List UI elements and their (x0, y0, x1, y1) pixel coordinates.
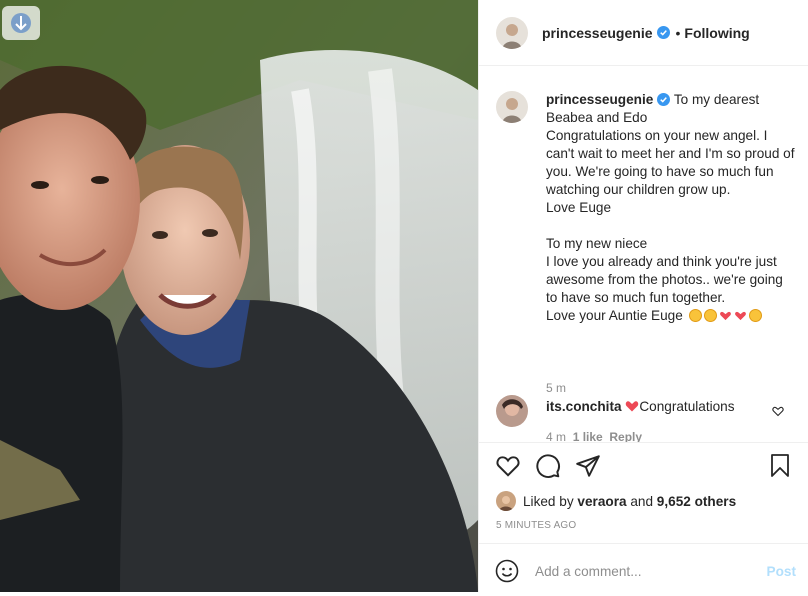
comment-username[interactable]: its.conchita (546, 399, 622, 414)
verified-badge-icon (656, 26, 670, 39)
comment-input[interactable]: Add a comment... (535, 564, 642, 579)
avatar[interactable] (496, 16, 528, 49)
liker-avatar[interactable] (496, 491, 516, 511)
post-side-panel: princesseugenie • Following princesseuge… (478, 0, 808, 592)
comment-likes[interactable]: 1 like (573, 430, 603, 442)
verified-badge-icon (657, 93, 671, 106)
comments-section[interactable]: princesseugenie To my dearest Beabea and… (479, 67, 808, 442)
post-timestamp[interactable]: 5 MINUTES AGO (496, 520, 576, 531)
share-paper-plane-icon[interactable] (575, 453, 601, 479)
action-icons-bar (495, 453, 792, 483)
liked-by-prefix: Liked by (523, 493, 574, 509)
likes-count[interactable]: 9,652 others (657, 494, 736, 509)
comment-text: Congratulations (639, 399, 735, 414)
caption-time[interactable]: 5 m (546, 381, 566, 395)
reply-button[interactable]: Reply (609, 430, 642, 442)
caption-username[interactable]: princesseugenie (546, 92, 653, 107)
caption-text: To my dearest Beabea and Edo Congratulat… (546, 92, 795, 323)
red-heart-icon (626, 401, 639, 412)
separator-dot: • (675, 24, 681, 41)
following-button[interactable]: Following (684, 25, 749, 41)
red-heart-icon (734, 311, 746, 321)
two-hearts-icon (719, 311, 731, 321)
comment-body: its.conchita Congratulations (546, 399, 735, 414)
save-bookmark-icon[interactable] (768, 453, 792, 479)
avatar[interactable] (496, 395, 528, 427)
likes-summary: Liked by veraora and 9,652 others (496, 491, 736, 511)
smiling-face-with-hearts-icon (703, 309, 717, 322)
media-overlay-icon[interactable] (2, 6, 40, 40)
comment-bubble-icon[interactable] (535, 453, 561, 479)
like-comment-heart-icon[interactable] (772, 405, 784, 417)
post-header: princesseugenie • Following (479, 0, 808, 66)
post-photo[interactable] (0, 0, 478, 592)
likes-and: and (630, 493, 654, 509)
post-username[interactable]: princesseugenie (542, 25, 653, 41)
add-comment-bar: Add a comment... Post (479, 543, 808, 596)
avatar[interactable] (496, 91, 528, 123)
post-comment-button[interactable]: Post (767, 564, 796, 579)
smiling-face-with-hearts-icon (688, 309, 702, 322)
comment-meta: 4 m 1 like Reply (546, 430, 642, 442)
caption-body: princesseugenie To my dearest Beabea and… (546, 91, 796, 325)
post-actions: Liked by veraora and 9,652 others 5 MINU… (479, 442, 808, 595)
emoji-smile-icon[interactable] (495, 559, 519, 583)
like-heart-icon[interactable] (495, 453, 521, 479)
selfie-photo (0, 0, 478, 592)
liker-username[interactable]: veraora (577, 494, 626, 509)
face-blowing-kiss-icon (748, 309, 762, 322)
comment-time[interactable]: 4 m (546, 430, 566, 442)
